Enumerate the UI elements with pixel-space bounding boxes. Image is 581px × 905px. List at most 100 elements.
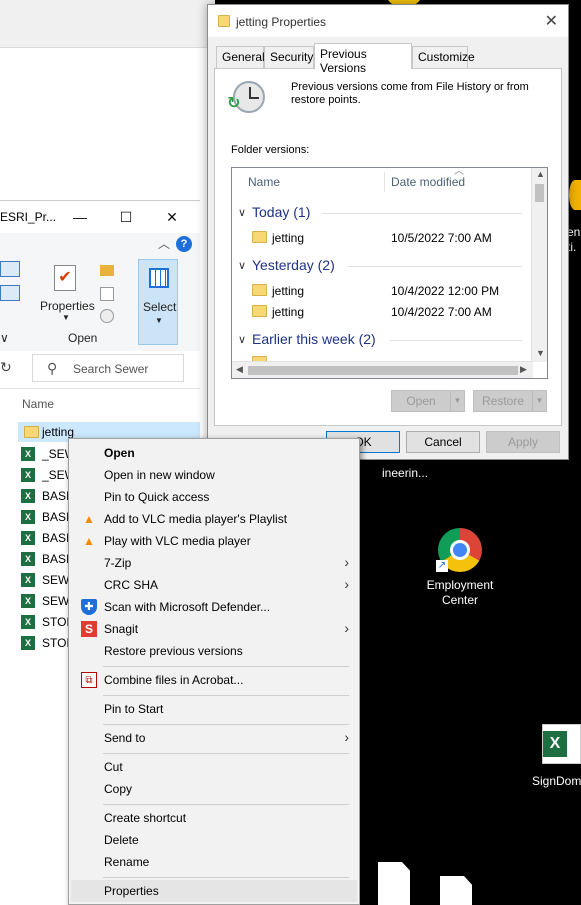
menu-item-label: Send to xyxy=(104,731,146,745)
desktop-partial-icon[interactable] xyxy=(569,180,581,210)
column-header-date[interactable]: Date modified xyxy=(391,175,465,189)
menu-item-label: 7-Zip xyxy=(104,556,132,570)
scroll-thumb[interactable] xyxy=(535,184,544,202)
ribbon-chevron-icon: ∨ xyxy=(0,331,9,345)
restore-clock-icon: ↻ xyxy=(227,81,265,113)
context-menu: Open Open in new window Pin to Quick acc… xyxy=(68,438,360,905)
paste-shortcut-icon[interactable] xyxy=(0,285,20,301)
menu-item-delete[interactable]: Delete xyxy=(71,829,357,851)
scroll-right-icon[interactable]: ▶ xyxy=(520,364,527,375)
explorer-ribbon: ︿ ? ∨ ✔ Properties ▼ Open Select ▼ xyxy=(0,233,200,353)
menu-item-pin-quick-access[interactable]: Pin to Quick access xyxy=(71,486,357,508)
chevron-down-icon[interactable]: ∨ xyxy=(238,259,246,272)
search-input[interactable]: ⚲ Search Sewer xyxy=(32,354,184,382)
file-name: BASI xyxy=(42,489,70,503)
properties-label: Properties xyxy=(40,299,95,313)
menu-item-pin-to-start[interactable]: Pin to Start xyxy=(71,698,357,720)
scroll-thumb[interactable] xyxy=(248,366,518,375)
menu-item-label: Copy xyxy=(104,782,133,796)
properties-checkmark-icon: ✔ xyxy=(54,265,76,291)
close-icon[interactable]: ✕ xyxy=(162,207,182,227)
chevron-down-icon[interactable]: ∨ xyxy=(238,333,246,346)
chrome-center-icon xyxy=(450,540,470,560)
scroll-left-icon[interactable]: ◀ xyxy=(236,364,243,375)
file-icon[interactable] xyxy=(378,862,410,905)
copy-path-icon[interactable] xyxy=(0,261,20,277)
tab-customize[interactable]: Customize xyxy=(412,46,475,68)
close-icon[interactable]: ✕ xyxy=(545,11,558,31)
history-icon[interactable] xyxy=(100,309,114,323)
menu-item-cut[interactable]: Cut xyxy=(71,756,357,778)
menu-item-restore-previous-versions[interactable]: Restore previous versions xyxy=(71,640,357,662)
group-header-today[interactable]: Today (1) xyxy=(252,204,310,220)
menu-item-acrobat-combine[interactable]: ⧉ Combine files in Acrobat... xyxy=(71,669,357,691)
version-date: 10/5/2022 7:00 AM xyxy=(391,231,492,245)
menu-item-open[interactable]: Open xyxy=(71,442,357,464)
help-icon[interactable]: ? xyxy=(176,236,192,252)
shortcut-arrow-icon: ↗ xyxy=(436,560,448,572)
file-name: BASI xyxy=(42,552,70,566)
version-name[interactable]: jetting xyxy=(272,284,304,298)
scroll-up-icon[interactable]: ▲ xyxy=(536,169,545,179)
menu-item-label: Pin to Start xyxy=(104,702,164,716)
minimize-icon[interactable]: — xyxy=(70,207,90,227)
vertical-scrollbar[interactable]: ▲ ▼ xyxy=(531,168,547,362)
file-name: BASI xyxy=(42,510,70,524)
column-header-name[interactable]: Name xyxy=(22,397,54,411)
menu-separator xyxy=(103,724,349,725)
menu-item-crc-sha[interactable]: CRC SHA › xyxy=(71,574,357,596)
menu-item-vlc-playlist[interactable]: ▲ Add to VLC media player's Playlist xyxy=(71,508,357,530)
menu-item-properties[interactable]: Properties xyxy=(71,880,357,902)
defender-shield-icon: ✚ xyxy=(81,599,97,615)
menu-item-snagit[interactable]: S Snagit › xyxy=(71,618,357,640)
menu-item-7zip[interactable]: 7-Zip › xyxy=(71,552,357,574)
edit-icon[interactable] xyxy=(100,287,114,301)
chevron-down-icon[interactable]: ▼ xyxy=(532,391,546,411)
menu-item-defender-scan[interactable]: ✚ Scan with Microsoft Defender... xyxy=(71,596,357,618)
properties-button[interactable]: ✔ Properties ▼ xyxy=(38,261,96,325)
excel-icon: X xyxy=(21,615,35,629)
desktop-icon-label: SignDom xyxy=(532,774,581,788)
file-icon[interactable] xyxy=(440,876,472,905)
cancel-button[interactable]: Cancel xyxy=(406,431,480,453)
tab-general[interactable]: General xyxy=(216,46,265,68)
menu-item-open-new-window[interactable]: Open in new window xyxy=(71,464,357,486)
signdom-shortcut[interactable]: X SignDom xyxy=(530,722,581,792)
chevron-down-icon[interactable]: ▼ xyxy=(450,391,464,411)
folder-icon xyxy=(252,305,267,317)
menu-item-label: Create shortcut xyxy=(104,811,187,825)
version-name[interactable]: jetting xyxy=(272,305,304,319)
menu-item-create-shortcut[interactable]: Create shortcut xyxy=(71,807,357,829)
column-header-name[interactable]: Name xyxy=(248,175,280,189)
properties-dialog: jetting Properties ✕ General Security Pr… xyxy=(207,4,569,460)
employment-center-shortcut[interactable]: ↗ Employment Center xyxy=(416,528,504,608)
chevron-right-icon: › xyxy=(344,729,349,745)
chevron-up-icon[interactable]: ︿ xyxy=(158,235,170,252)
menu-item-rename[interactable]: Rename xyxy=(71,851,357,873)
refresh-icon[interactable]: ↻ xyxy=(0,359,12,376)
version-name[interactable]: jetting xyxy=(272,231,304,245)
menu-item-send-to[interactable]: Send to › xyxy=(71,727,357,749)
restore-button[interactable]: Restore ▼ xyxy=(473,390,547,412)
group-header-earlier-this-week[interactable]: Earlier this week (2) xyxy=(252,331,376,347)
menu-item-vlc-play[interactable]: ▲ Play with VLC media player xyxy=(71,530,357,552)
apply-button[interactable]: Apply xyxy=(486,431,560,453)
menu-item-copy[interactable]: Copy xyxy=(71,778,357,800)
chevron-down-icon[interactable]: ∨ xyxy=(238,206,246,219)
open-folder-icon[interactable] xyxy=(100,265,114,276)
chevron-right-icon: › xyxy=(344,620,349,636)
horizontal-scrollbar[interactable]: ◀ ▶ xyxy=(232,361,533,378)
select-button[interactable]: Select ▼ xyxy=(138,259,178,345)
maximize-icon[interactable]: ☐ xyxy=(116,207,136,227)
open-button[interactable]: Open ▼ xyxy=(391,390,465,412)
explorer-titlebar: ESRI_Pr... — ☐ ✕ xyxy=(0,201,200,233)
tab-security[interactable]: Security xyxy=(264,46,314,68)
snagit-icon: S xyxy=(81,621,97,637)
column-divider xyxy=(384,172,385,192)
tab-previous-versions[interactable]: Previous Versions xyxy=(314,43,412,75)
versions-list[interactable]: Name ︿ Date modified ∨ Today (1) jetting… xyxy=(231,167,548,379)
open-button-label: Open xyxy=(406,394,436,408)
version-date: 10/4/2022 12:00 PM xyxy=(391,284,500,298)
scroll-down-icon[interactable]: ▼ xyxy=(536,348,545,358)
group-header-yesterday[interactable]: Yesterday (2) xyxy=(252,257,335,273)
